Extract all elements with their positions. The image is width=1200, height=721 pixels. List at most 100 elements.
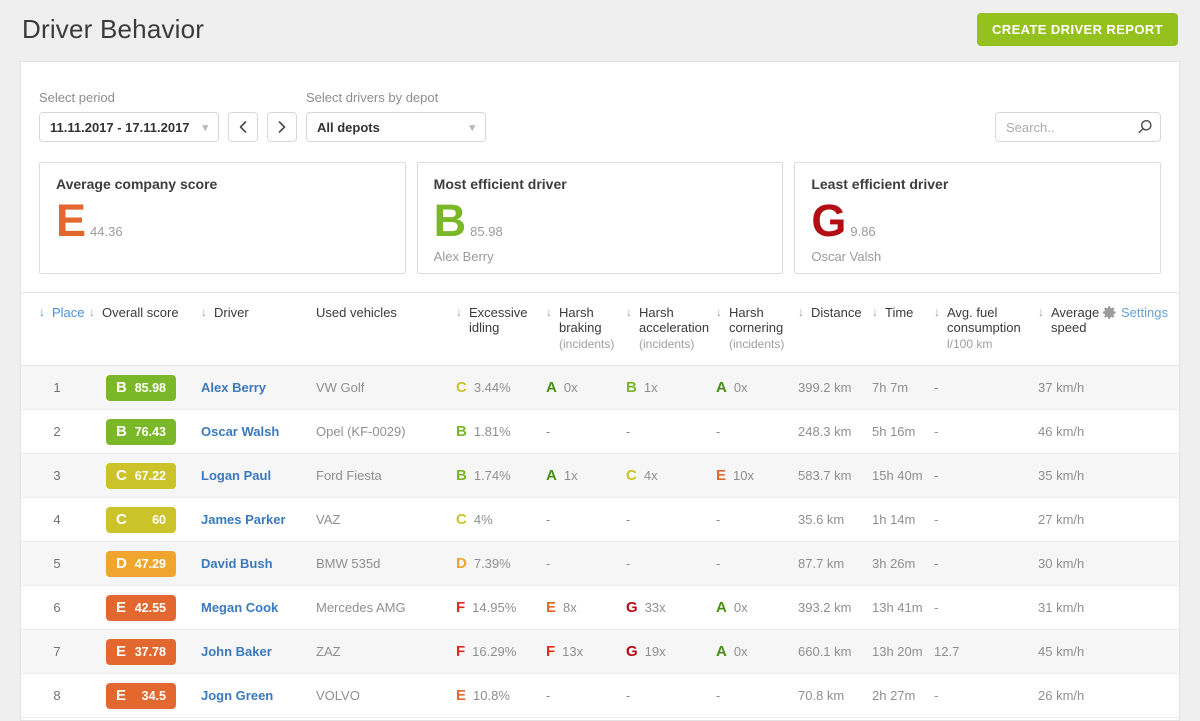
grade-letter: F [546,643,555,660]
grade-value: 0x [734,600,748,615]
search-icon[interactable] [1137,119,1153,135]
grade-letter: A [716,599,727,616]
sort-arrow-icon: ↓ [39,305,45,319]
overall-score-cell: C67.22 [89,463,201,489]
depot-group: Select drivers by depot All depots ▾ [306,90,486,142]
driver-link[interactable]: Logan Paul [201,468,271,483]
grade-value: 0x [564,380,578,395]
braking-cell: A1x [546,467,626,484]
depot-value: All depots [317,120,380,135]
table-row: 1B85.98Alex BerryVW GolfC3.44%A0xB1xA0x3… [21,366,1179,410]
column-header-harsh-acceleration[interactable]: ↓Harsh acceleration(incidents) [626,305,716,351]
grade-score: 44.36 [90,224,123,239]
column-header-overall-score[interactable]: ↓Overall score [89,305,201,351]
place-cell: 1 [39,380,89,395]
column-header-distance[interactable]: ↓ Distance [798,305,872,351]
braking-cell: - [546,512,626,527]
grade-letter: B [434,202,467,240]
grade-value: 7.39% [474,556,511,571]
acceleration-cell: - [626,512,716,527]
table-header: ↓Place↓Overall score↓DriverUsed vehicles… [21,292,1179,366]
filters-bar: Select period 11.11.2017 - 17.11.2017 ▾ … [21,62,1179,142]
grade-value: 10.8% [473,688,510,703]
braking-cell: F13x [546,643,626,660]
chevron-right-icon [278,121,286,133]
score-badge: B85.98 [106,375,176,401]
column-label: Distance [811,305,862,320]
column-label: Time [885,305,913,320]
driver-link[interactable]: Megan Cook [201,600,278,615]
driver-cell: David Bush [201,556,316,571]
period-value: 11.11.2017 - 17.11.2017 [50,120,190,135]
grade-letter: D [456,555,467,572]
card-driver-name: Alex Berry [434,249,767,264]
sort-arrow-icon: ↓ [934,305,940,319]
overall-score-cell: E34.5 [89,683,201,709]
driver-link[interactable]: Alex Berry [201,380,266,395]
grade-value: 33x [645,600,666,615]
place-cell: 6 [39,600,89,615]
speed-cell: 37 km/h [1038,380,1102,395]
driver-cell: Megan Cook [201,600,316,615]
distance-cell: 35.6 km [798,512,872,527]
gear-icon [1102,305,1117,320]
time-cell: 7h 7m [872,380,934,395]
speed-cell: 26 km/h [1038,688,1102,703]
vehicle-cell: Opel (KF-0029) [316,424,456,439]
column-label: Place [52,305,85,320]
create-driver-report-button[interactable]: CREATE DRIVER REPORT [977,13,1178,46]
column-header-place[interactable]: ↓ Place [39,305,89,351]
column-header-avg-fuel-consumption[interactable]: ↓Avg. fuel consumptionl/100 km [934,305,1038,351]
distance-cell: 660.1 km [798,644,872,659]
time-cell: 13h 20m [872,644,934,659]
score-badge: E34.5 [106,683,176,709]
driver-link[interactable]: Jogn Green [201,688,273,703]
settings-button[interactable]: Settings [1102,305,1168,320]
acceleration-cell: - [626,424,716,439]
braking-cell: - [546,424,626,439]
page-title: Driver Behavior [22,14,204,45]
overall-score-cell: E42.55 [89,595,201,621]
overall-score-cell: B76.43 [89,419,201,445]
grade-value: 19x [645,644,666,659]
overall-score-cell: D47.29 [89,551,201,577]
grade-letter: B [456,423,467,440]
distance-cell: 248.3 km [798,424,872,439]
driver-link[interactable]: Oscar Walsh [201,424,279,439]
grade-letter: B [626,379,637,396]
column-sublabel: l/100 km [947,337,1038,351]
chevron-down-icon: ▾ [469,121,475,134]
column-header-time[interactable]: ↓ Time [872,305,934,351]
driver-link[interactable]: John Baker [201,644,272,659]
speed-cell: 46 km/h [1038,424,1102,439]
next-period-button[interactable] [267,112,297,142]
vehicle-cell: Ford Fiesta [316,468,456,483]
column-label: Overall score [102,305,179,320]
time-cell: 2h 27m [872,688,934,703]
column-label: Average speed [1051,305,1099,335]
column-header-driver[interactable]: ↓Driver [201,305,316,351]
driver-link[interactable]: James Parker [201,512,286,527]
least-efficient-driver-card: Least efficient driver G 9.86 Oscar Vals… [794,162,1161,274]
sort-arrow-icon: ↓ [872,305,878,319]
table-row: 5D47.29David BushBMW 535dD7.39%---87.7 k… [21,542,1179,586]
driver-link[interactable]: David Bush [201,556,273,571]
column-label: Harsh braking [559,305,602,335]
sort-arrow-icon: ↓ [798,305,804,319]
previous-period-button[interactable] [228,112,258,142]
braking-cell: - [546,688,626,703]
place-cell: 3 [39,468,89,483]
distance-cell: 399.2 km [798,380,872,395]
settings-label: Settings [1121,305,1168,320]
column-header-harsh-braking[interactable]: ↓Harsh braking(incidents) [546,305,626,351]
column-header-harsh-cornering[interactable]: ↓Harsh cornering(incidents) [716,305,798,351]
period-select[interactable]: 11.11.2017 - 17.11.2017 ▾ [39,112,219,142]
braking-cell: E8x [546,599,626,616]
sort-arrow-icon: ↓ [626,305,632,319]
acceleration-cell: B1x [626,379,716,396]
grade-score: 9.86 [850,224,875,239]
column-header-average-speed[interactable]: ↓Average speed [1038,305,1102,351]
depot-select[interactable]: All depots ▾ [306,112,486,142]
column-header-excessive-idling[interactable]: ↓Excessive idling [456,305,546,351]
speed-cell: 35 km/h [1038,468,1102,483]
